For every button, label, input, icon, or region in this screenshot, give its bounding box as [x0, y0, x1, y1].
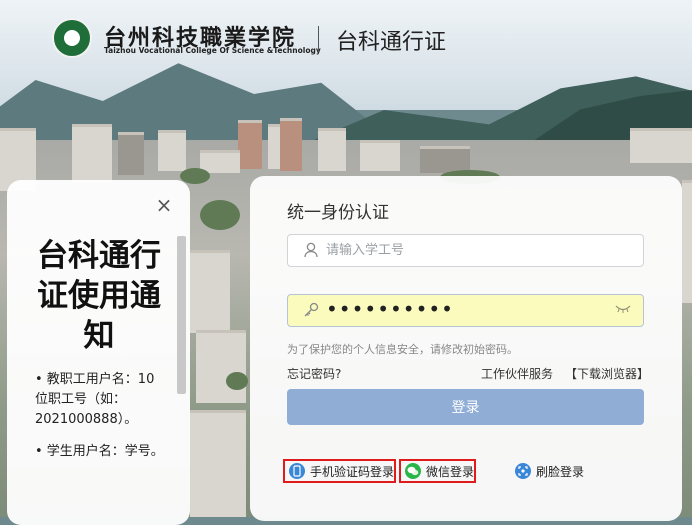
- download-browser-link[interactable]: 【下载浏览器】: [565, 365, 649, 382]
- password-input[interactable]: [326, 293, 626, 324]
- wechat-login-button[interactable]: 微信登录: [399, 459, 476, 483]
- login-button[interactable]: 登录: [287, 389, 644, 425]
- app-title: 台科通行证: [336, 30, 447, 55]
- wechat-icon: [405, 463, 421, 479]
- phone-login-label: 手机验证码登录: [310, 464, 395, 479]
- notice-body: • 教职工用户名：10位职工号（如：2021000888）。 • 学生用户名：学…: [35, 370, 165, 474]
- notice-scrollbar[interactable]: [177, 236, 186, 394]
- close-icon[interactable]: ×: [153, 194, 175, 216]
- login-title: 统一身份认证: [287, 203, 389, 223]
- site-header: 台州科技職業学院 Taizhou Vocational College Of S…: [0, 0, 692, 78]
- school-name-en: Taizhou Vocational College Of Science &T…: [104, 46, 321, 55]
- phone-code-login-button[interactable]: 手机验证码登录: [283, 459, 396, 483]
- header-divider: [318, 26, 319, 52]
- wechat-login-label: 微信登录: [426, 464, 475, 479]
- face-login-label: 刷脸登录: [536, 464, 585, 479]
- forgot-password-link[interactable]: 忘记密码?: [287, 365, 341, 382]
- username-field[interactable]: [287, 234, 644, 267]
- face-login-button[interactable]: 刷脸登录: [511, 459, 601, 483]
- key-icon: [302, 302, 320, 320]
- phone-icon: [289, 463, 305, 479]
- notice-panel: × 台科通行证使用通知 • 教职工用户名：10位职工号（如：2021000888…: [7, 180, 190, 525]
- notice-paragraph-staff: • 教职工用户名：10位职工号（如：2021000888）。: [35, 372, 155, 427]
- user-icon: [302, 242, 320, 260]
- security-hint: 为了保护您的个人信息安全，请修改初始密码。: [287, 343, 518, 356]
- school-logo: [52, 18, 92, 58]
- face-scan-icon: [515, 463, 531, 479]
- login-card: 统一身份认证 为了保护您的个人信息安全，请修改初始密码。 忘记密码? 工作伙伴服…: [250, 176, 682, 521]
- password-field[interactable]: [287, 293, 644, 327]
- username-input[interactable]: [326, 235, 626, 266]
- eye-closed-icon[interactable]: [615, 305, 631, 316]
- notice-paragraph-student: • 学生用户名：学号。: [35, 444, 164, 459]
- notice-title: 台科通行证使用通知: [37, 238, 161, 354]
- partner-service-link[interactable]: 工作伙伴服务: [481, 365, 553, 382]
